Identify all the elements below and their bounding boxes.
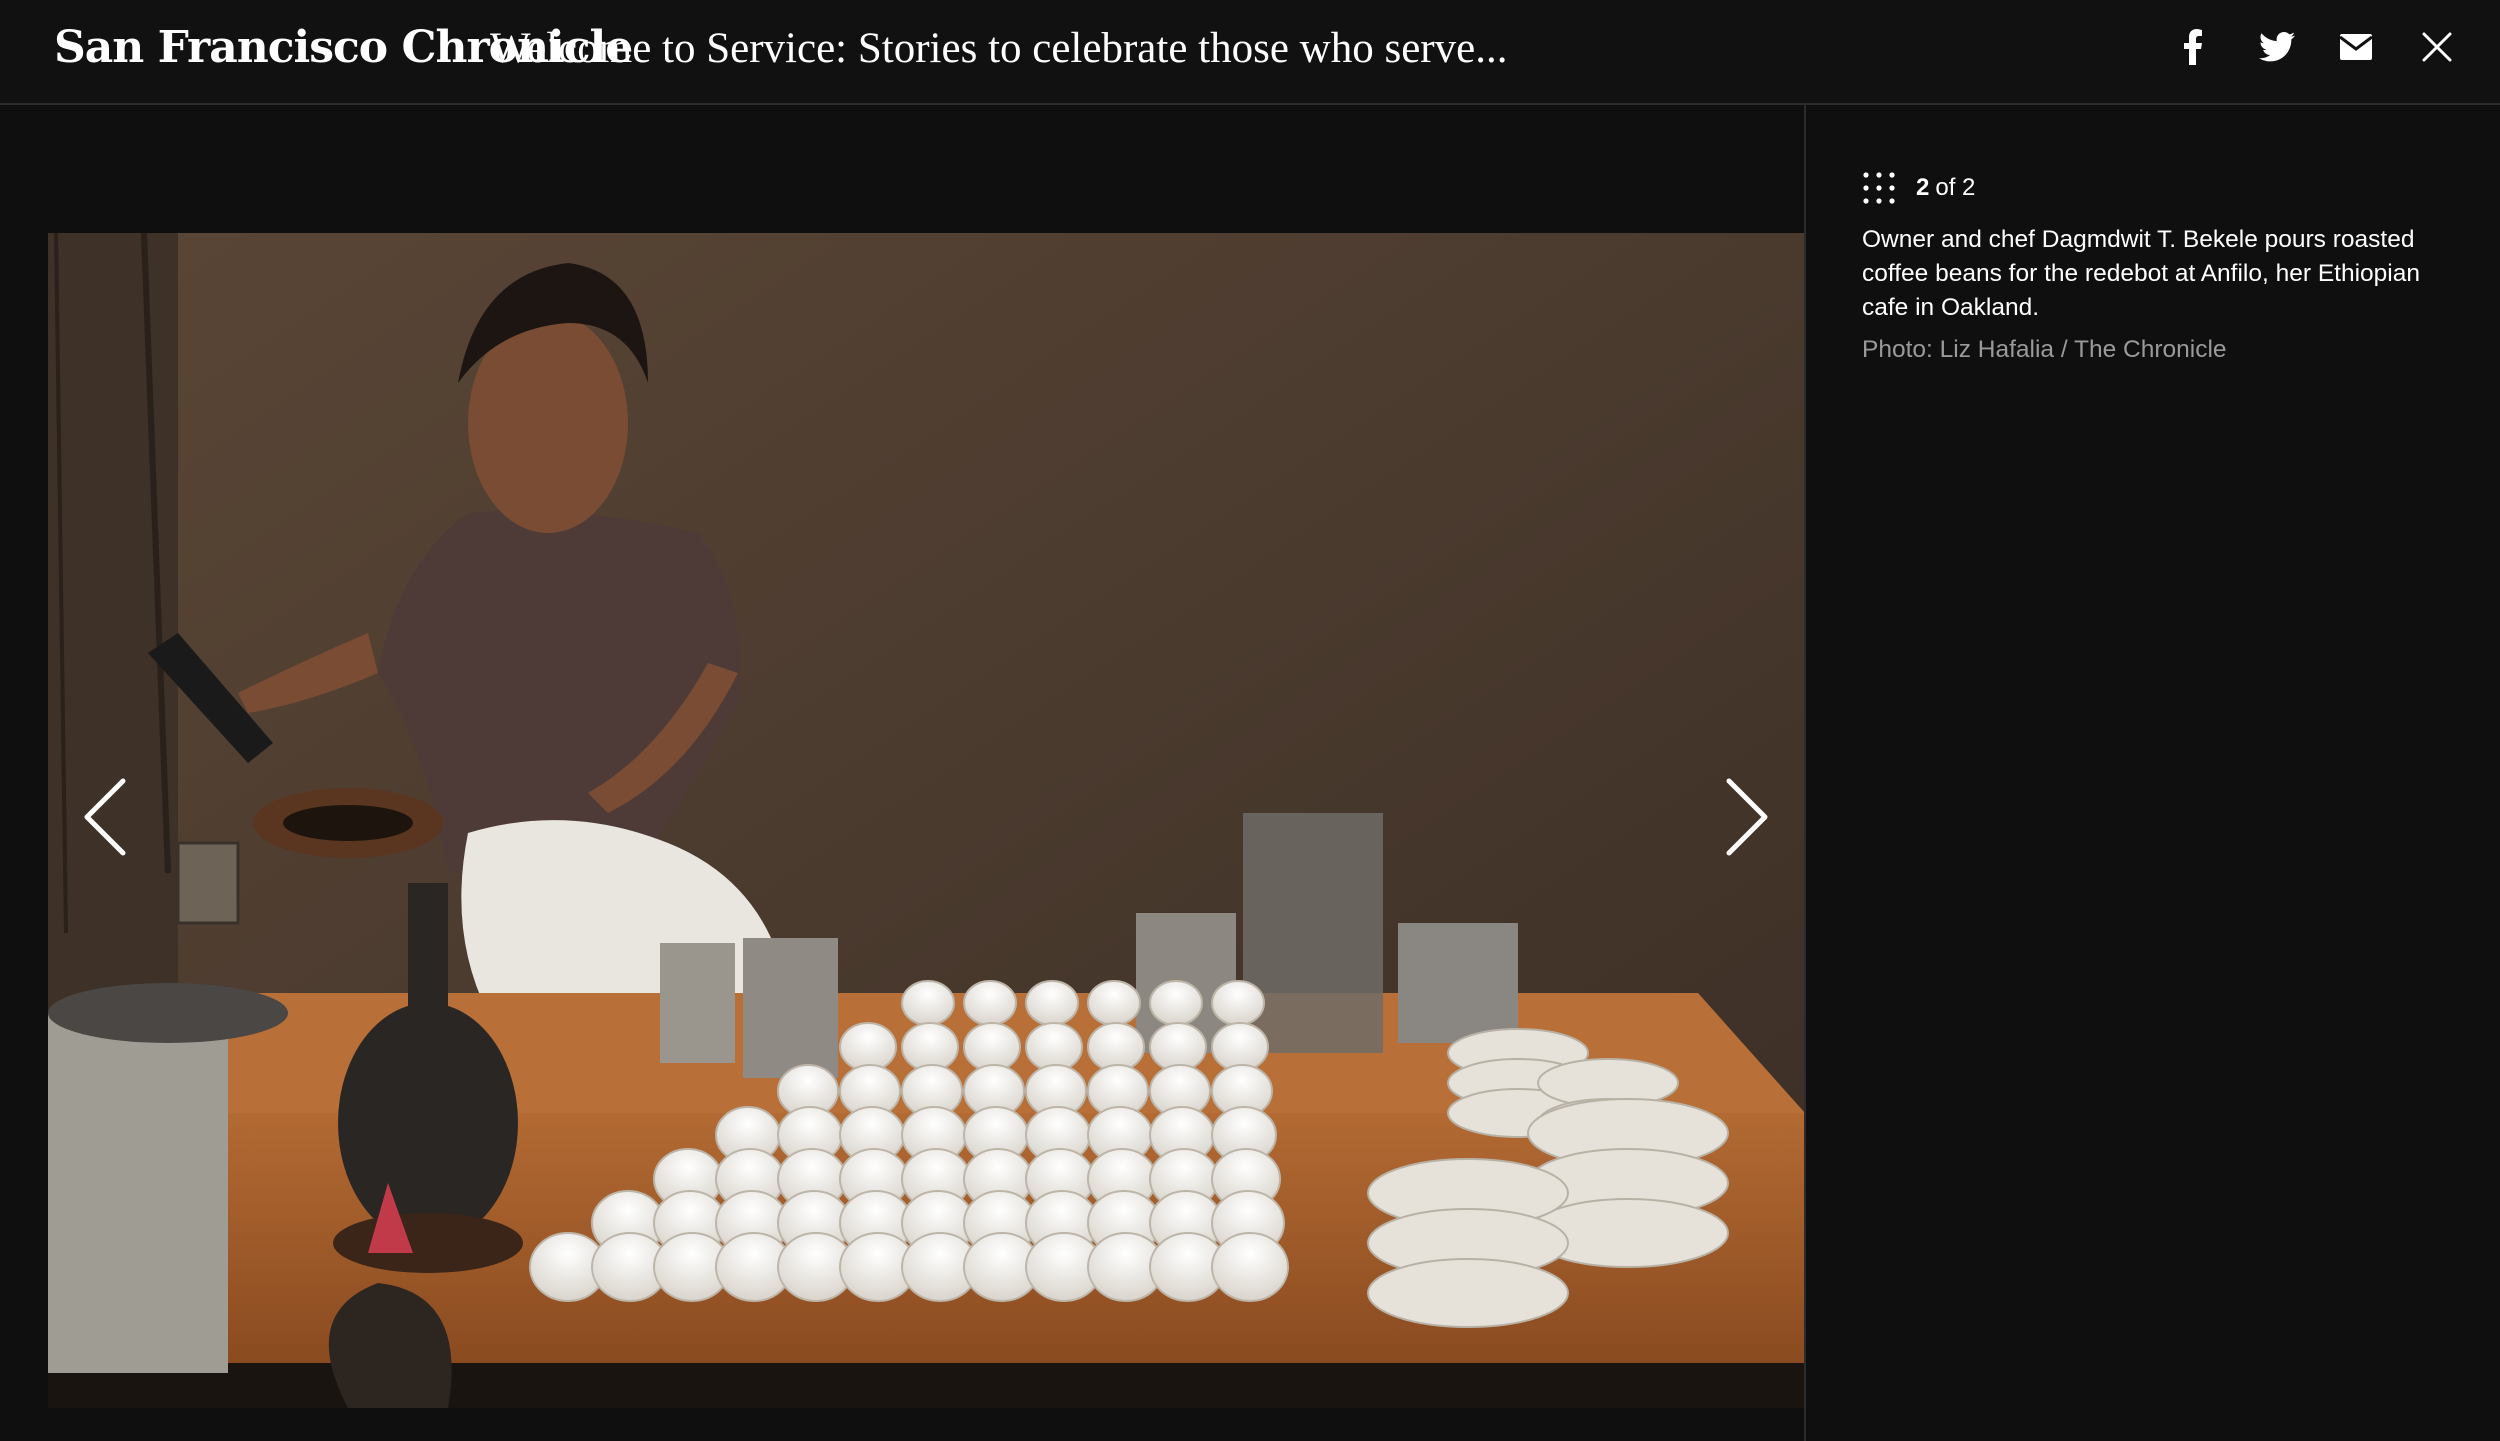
facebook-share-button[interactable]: [2168, 22, 2218, 72]
cup-shape: [1211, 1022, 1269, 1072]
cup-shape: [1087, 1022, 1145, 1072]
cup-shape: [839, 1022, 897, 1072]
cup-shape: [901, 1022, 959, 1072]
photo-stage: [0, 105, 1805, 1441]
gallery-header: San Francisco Chronicle Welcome to Servi…: [0, 0, 2500, 105]
close-icon: [2422, 32, 2452, 62]
chevron-left-icon: [84, 778, 126, 856]
cup-shape: [1149, 980, 1203, 1026]
total-photo-count: of 2: [1935, 174, 1976, 201]
email-share-button[interactable]: [2331, 22, 2381, 72]
photo-counter: 2 of 2: [1862, 171, 1975, 205]
email-icon: [2340, 34, 2372, 60]
caption-panel: 2 of 2 Owner and chef Dagmdwit T. Bekele…: [1806, 105, 2500, 1441]
photo-caption: Owner and chef Dagmdwit T. Bekele pours …: [1862, 226, 2420, 321]
cup-shape: [963, 980, 1017, 1026]
next-photo-button[interactable]: [1712, 767, 1782, 867]
close-button[interactable]: [2412, 22, 2462, 72]
cup-shape: [901, 980, 955, 1026]
cup-shape: [1211, 1232, 1289, 1302]
twitter-share-button[interactable]: [2252, 22, 2302, 72]
previous-photo-button[interactable]: [70, 767, 140, 867]
chevron-right-icon: [1726, 778, 1768, 856]
current-photo-number: 2: [1916, 174, 1930, 201]
gallery-title: Welcome to Service: Stories to celebrate…: [490, 25, 1508, 72]
gallery-photo: [48, 233, 1805, 1408]
cup-shape: [1025, 1022, 1083, 1072]
photo-credit: Photo: Liz Hafalia / The Chronicle: [1862, 336, 2227, 363]
cup-shape: [963, 1022, 1021, 1072]
cup-shape: [1211, 980, 1265, 1026]
facebook-icon: [2184, 29, 2202, 65]
cup-shape: [1087, 980, 1141, 1026]
twitter-icon: [2259, 32, 2295, 62]
cup-shape: [1149, 1022, 1207, 1072]
cup-shape: [1025, 980, 1079, 1026]
grid-icon[interactable]: [1862, 171, 1896, 205]
